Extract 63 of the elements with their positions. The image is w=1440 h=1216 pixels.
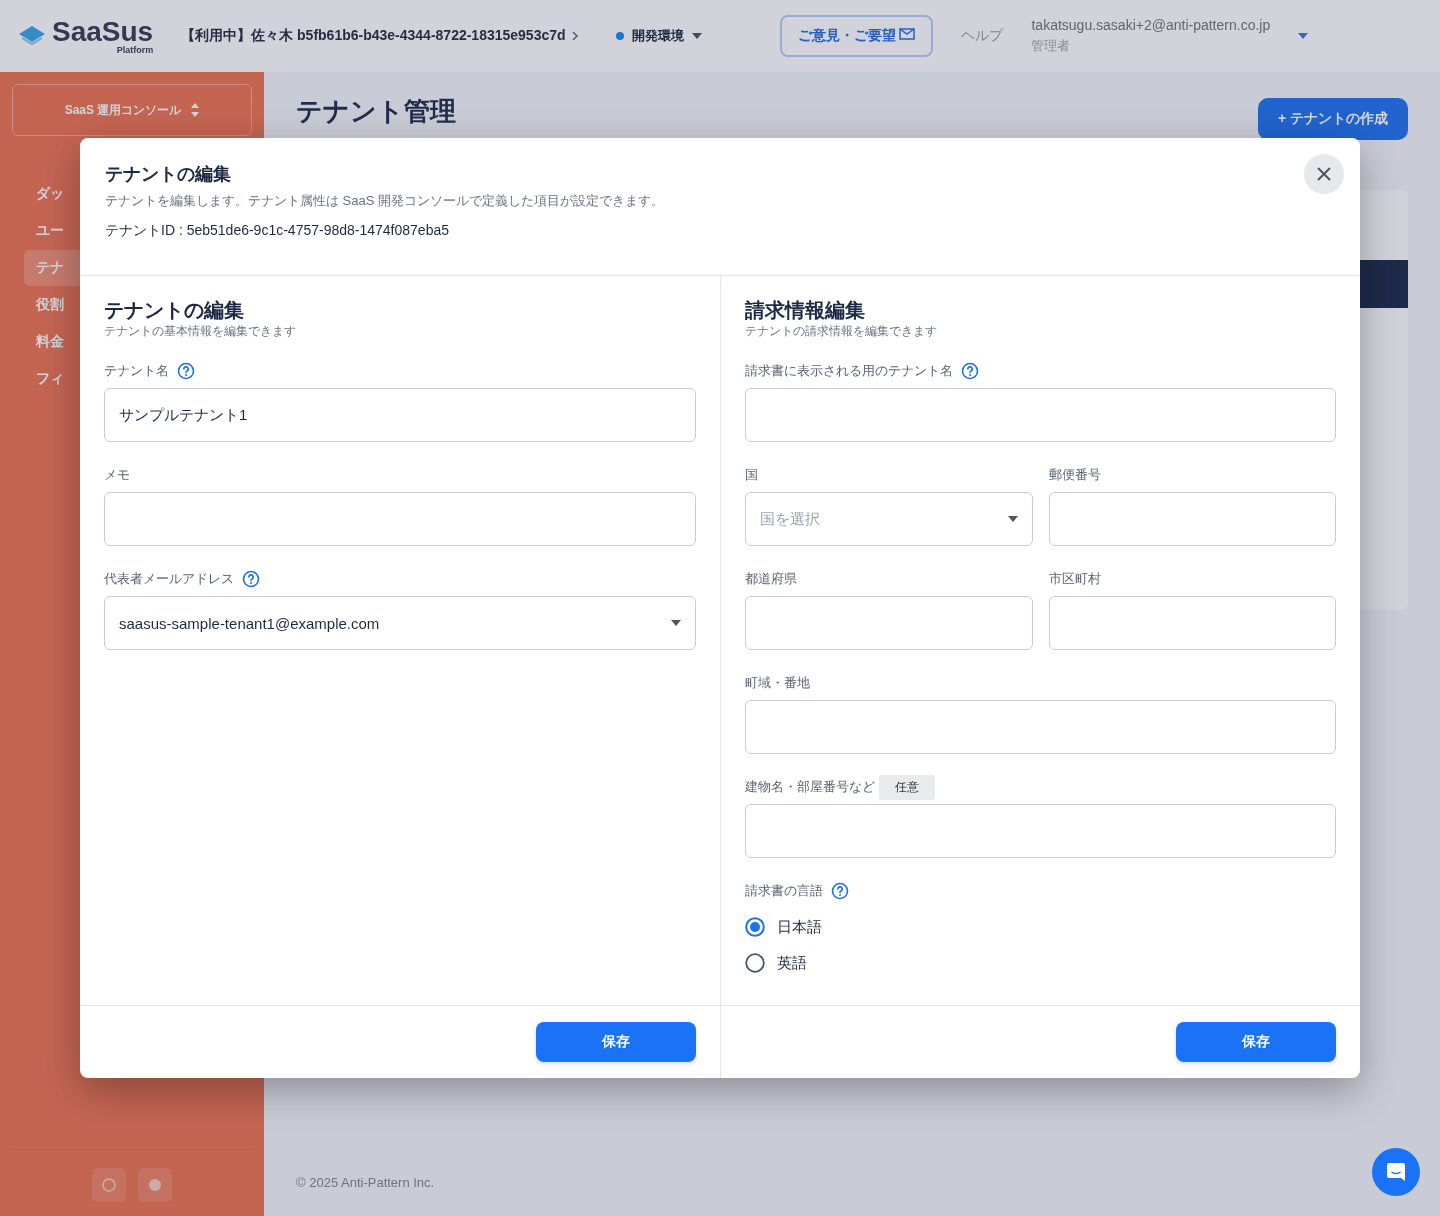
- field-label: 請求書の言語: [745, 882, 823, 900]
- field-label: テナント名: [104, 362, 169, 380]
- copyright-text: © 2025 Anti-Pattern Inc.: [296, 1175, 436, 1190]
- logo-text: SaaSus: [52, 17, 154, 46]
- section-title: テナントの編集: [104, 298, 244, 322]
- tenant-id: テナントID : 5eb51de6-9c1c-4757-98d8-1474f087eba5: [105, 221, 449, 240]
- chevron-right-icon: [571, 31, 578, 41]
- field-label: 国: [745, 466, 758, 484]
- dialog-description: テナントを編集します。テナント属性は SaaS 開発コンソールで定義した項目が設定できます。: [105, 192, 665, 210]
- text-field[interactable]: [745, 804, 1336, 858]
- field-label: 町域・番地: [745, 674, 810, 692]
- user-email[interactable]: takatsugu.sasaki+2@anti-pattern.co.jp: [1031, 17, 1271, 33]
- section-subtitle: テナントの基本情報を編集できます: [104, 323, 296, 340]
- field-label: 郵便番号: [1048, 466, 1101, 484]
- help-icon[interactable]: [831, 882, 849, 900]
- save-button[interactable]: 保存: [536, 1022, 696, 1062]
- text-field[interactable]: サンプルテナント1: [104, 388, 696, 442]
- field-label: 市区町村: [1048, 570, 1101, 588]
- status-dot: [615, 32, 624, 40]
- caret-icon: [691, 33, 702, 39]
- section-subtitle: テナントの請求情報を編集できます: [745, 323, 937, 340]
- field-label: 都道府県: [745, 570, 797, 588]
- help-icon[interactable]: [177, 362, 195, 380]
- tenant-selector[interactable]: 【利用中】佐々木 b5fb61b6-b43e-4344-8722-18315e953c7d: [181, 27, 566, 45]
- caret-icon: [1298, 33, 1309, 39]
- radio-label: 英語: [777, 953, 807, 973]
- feedback-button[interactable]: ご意見・ご要望: [779, 15, 934, 57]
- field-label: 建物名・部屋番号など: [745, 778, 875, 796]
- section-title: 請求情報編集: [745, 298, 865, 322]
- field-label: メモ: [104, 466, 130, 484]
- select-field[interactable]: saasus-sample-tenant1@example.com: [104, 596, 696, 650]
- up-down-icon: [191, 103, 200, 117]
- console-selector[interactable]: SaaS 運用コンソール: [12, 84, 252, 136]
- close-icon: [1316, 166, 1332, 182]
- text-field[interactable]: [745, 596, 1033, 650]
- create-tenant-button[interactable]: + テナントの作成: [1257, 98, 1408, 140]
- text-field[interactable]: [1048, 596, 1336, 650]
- text-field[interactable]: [745, 388, 1336, 442]
- caret-icon: [671, 620, 681, 626]
- chat-icon: [1384, 1160, 1408, 1184]
- text-field[interactable]: [745, 700, 1336, 754]
- optional-badge: 任意: [879, 774, 935, 800]
- select-field[interactable]: 国を選択: [745, 492, 1033, 546]
- environment-selector[interactable]: 開発環境: [631, 27, 684, 45]
- close-button[interactable]: [1304, 154, 1344, 194]
- field-label: 代表者メールアドレス: [104, 570, 234, 588]
- page-title: テナント管理: [296, 95, 456, 128]
- text-field[interactable]: [104, 492, 696, 546]
- radio-button[interactable]: [745, 917, 765, 937]
- help-icon[interactable]: [961, 362, 979, 380]
- caret-icon: [1007, 516, 1018, 522]
- logo-subtitle: Platform: [116, 45, 154, 55]
- help-link[interactable]: ヘルプ: [961, 27, 1004, 45]
- radio-label: 日本語: [777, 917, 822, 937]
- save-button[interactable]: 保存: [1176, 1022, 1336, 1062]
- help-icon[interactable]: [242, 570, 260, 588]
- field-label: 請求書に表示される用のテナント名: [745, 362, 953, 380]
- user-role: 管理者: [1031, 37, 1072, 55]
- radio-button[interactable]: [745, 953, 765, 973]
- logo-icon: [18, 25, 46, 47]
- mail-icon: [899, 28, 916, 40]
- dialog-title: テナントの編集: [105, 163, 231, 186]
- text-field[interactable]: [1048, 492, 1336, 546]
